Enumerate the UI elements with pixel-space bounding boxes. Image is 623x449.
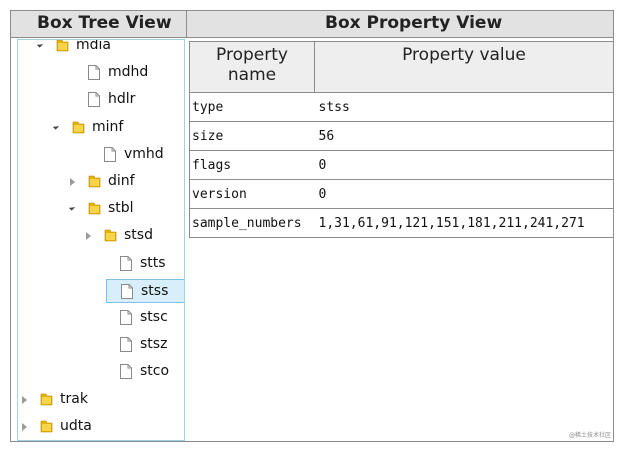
file-icon: [120, 310, 132, 325]
tree-node-udta[interactable]: udta: [18, 415, 184, 439]
property-view-title: Box Property View: [325, 13, 503, 33]
collapse-arrow-icon[interactable]: [22, 395, 27, 404]
file-icon: [88, 92, 100, 108]
tree-node-label: stsz: [140, 336, 168, 353]
app-frame: Box Tree View Box Property View mdia mdhd…: [10, 10, 614, 442]
header-divider: [186, 11, 187, 37]
tree-node-label: trak: [60, 390, 88, 407]
tree-node-label: udta: [60, 417, 92, 434]
property-name-cell: type: [189, 92, 315, 122]
tree-node-stss[interactable]: stss: [106, 278, 184, 303]
property-name-cell: flags: [189, 150, 315, 180]
property-value-cell: 0: [314, 179, 614, 209]
property-row-type: type stss: [189, 92, 614, 122]
collapse-arrow-icon[interactable]: [86, 232, 91, 241]
tree-node-label: stss: [141, 282, 169, 299]
folder-icon: [88, 201, 101, 215]
collapse-arrow-icon[interactable]: [70, 178, 75, 186]
property-value-cell: 56: [314, 121, 614, 151]
tree-node-stsz[interactable]: stsz: [18, 333, 184, 357]
file-icon: [120, 337, 132, 353]
expand-arrow-icon[interactable]: [36, 41, 44, 48]
property-table: Property name Property value type stss siz…: [189, 41, 614, 238]
folder-icon: [104, 228, 117, 242]
file-icon: [120, 255, 132, 271]
tree-node-stbl[interactable]: stbl: [18, 197, 184, 221]
expand-arrow-icon[interactable]: [68, 204, 76, 211]
property-value-header: Property value: [314, 41, 614, 93]
tree-node-mdia[interactable]: mdia: [18, 39, 184, 58]
tree-node-label: stts: [140, 254, 166, 271]
collapse-arrow-icon[interactable]: [22, 422, 27, 431]
tree-node-label: stbl: [108, 200, 134, 217]
property-row-sample_numbers: sample_numbers 1,31,61,91,121,151,181,211…: [189, 208, 614, 238]
tree-node-mdhd[interactable]: mdhd: [18, 61, 184, 85]
tree-node-label: stsd: [124, 227, 153, 244]
file-icon: [120, 364, 132, 380]
tree-node-label: hdlr: [108, 91, 136, 108]
property-name-cell: size: [189, 121, 315, 151]
tree-view-title: Box Tree View: [37, 13, 172, 33]
tree-node-stsc[interactable]: stsc: [18, 306, 184, 330]
tree-node-stts[interactable]: stts: [18, 252, 184, 276]
tree-node-trak[interactable]: trak: [18, 388, 184, 412]
tree-node-vmhd[interactable]: vmhd: [18, 143, 184, 167]
expand-arrow-icon[interactable]: [52, 122, 60, 130]
folder-icon: [88, 174, 101, 188]
property-name-header: Property name: [189, 41, 315, 93]
folder-icon: [40, 392, 53, 406]
tree-node-label: minf: [92, 118, 124, 135]
tree-node-label: dinf: [108, 173, 135, 189]
file-icon: [104, 146, 116, 162]
property-value-cell: 1,31,61,91,121,151,181,211,241,271: [314, 208, 614, 238]
header-bar: Box Tree View Box Property View: [11, 11, 613, 38]
tree-node-label: stsc: [140, 309, 168, 325]
property-row-flags: flags 0: [189, 150, 614, 180]
property-name-cell: sample_numbers: [189, 208, 315, 238]
folder-icon: [56, 40, 69, 52]
property-row-size: size 56: [189, 121, 614, 151]
property-table-header: Property name Property value: [189, 41, 614, 93]
property-value-cell: 0: [314, 150, 614, 180]
tree-node-dinf[interactable]: dinf: [18, 170, 184, 194]
tree-node-label: mdhd: [108, 64, 149, 81]
box-tree-panel[interactable]: mdia mdhd hdlr minf vmhd dinf stbl stsd stts stss…: [17, 39, 185, 441]
file-icon: [88, 65, 100, 81]
tree-node-label: stco: [140, 363, 170, 380]
watermark: @稀土技术社区: [568, 432, 611, 439]
tree-node-stco[interactable]: stco: [18, 360, 184, 384]
tree-node-label: vmhd: [124, 145, 164, 162]
tree-node-minf[interactable]: minf: [18, 116, 184, 140]
property-row-version: version 0: [189, 179, 614, 209]
file-icon: [121, 283, 133, 299]
property-name-cell: version: [189, 179, 315, 209]
folder-icon: [72, 120, 85, 134]
tree-node-hdlr[interactable]: hdlr: [18, 88, 184, 112]
property-value-cell: stss: [314, 92, 614, 122]
tree-node-stsd[interactable]: stsd: [18, 224, 184, 248]
tree-node-label: mdia: [76, 39, 111, 53]
folder-icon: [40, 419, 53, 433]
